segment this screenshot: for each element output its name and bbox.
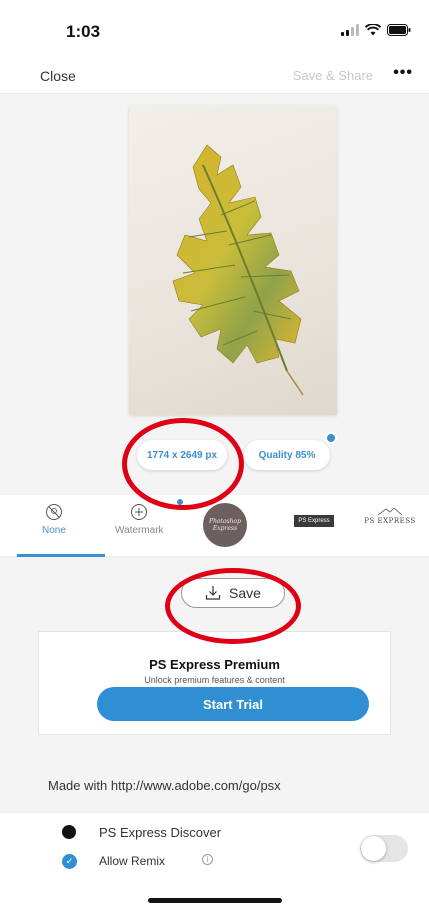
- discover-label: PS Express Discover: [99, 825, 222, 840]
- watermark-none-option[interactable]: None: [42, 503, 66, 536]
- watermark-options: None Watermark Photoshop Express PS Expre…: [0, 495, 429, 557]
- ps-serif-watermark-option[interactable]: PS EXPRESS: [364, 507, 416, 525]
- globe-icon: [62, 825, 76, 839]
- add-watermark-icon: [131, 504, 148, 520]
- save-label: Save: [229, 585, 261, 601]
- save-share-button[interactable]: Save & Share: [293, 68, 373, 83]
- checkmark-icon[interactable]: ✓: [62, 854, 77, 869]
- signal-icon: [341, 24, 359, 36]
- image-preview-area: 1774 x 2649 px Quality 85%: [0, 95, 429, 495]
- watermark-add-label: Watermark: [115, 525, 164, 536]
- close-button[interactable]: Close: [40, 68, 76, 84]
- start-trial-button[interactable]: Start Trial: [97, 687, 369, 721]
- allow-remix-label: Allow Remix: [99, 854, 166, 868]
- stamp-watermark-option[interactable]: Photoshop Express: [203, 503, 247, 547]
- watermark-none-label: None: [42, 525, 66, 536]
- battery-icon: [387, 24, 411, 36]
- premium-badge-icon: [325, 432, 337, 444]
- image-size-pill[interactable]: 1774 x 2649 px: [137, 440, 227, 470]
- status-icons: [341, 24, 411, 36]
- info-icon[interactable]: i: [202, 854, 213, 865]
- nav-bar: Close Save & Share •••: [0, 62, 429, 94]
- premium-subtitle: Unlock premium features & content: [144, 675, 285, 685]
- watermark-badge-icon: [175, 497, 185, 507]
- toggle-knob: [361, 836, 386, 861]
- premium-card: PS Express Premium Unlock premium featur…: [38, 631, 391, 735]
- discover-toggle[interactable]: [360, 835, 408, 862]
- more-options-button[interactable]: •••: [393, 64, 413, 82]
- home-indicator: [148, 898, 282, 903]
- download-icon: [205, 586, 221, 600]
- leaf-illustration: [172, 144, 304, 396]
- quality-pill[interactable]: Quality 85%: [244, 440, 330, 470]
- save-area: Save: [0, 557, 429, 627]
- save-button[interactable]: Save: [181, 578, 285, 608]
- mountain-icon: [377, 507, 403, 516]
- ps-dark-watermark-option[interactable]: PS Express: [294, 515, 334, 527]
- status-bar: 1:03: [0, 0, 429, 62]
- wifi-icon: [365, 24, 381, 36]
- no-watermark-icon: [45, 504, 62, 520]
- status-time: 1:03: [66, 22, 101, 41]
- leaf-photo: [129, 105, 337, 415]
- watermark-add-option[interactable]: Watermark: [115, 503, 164, 536]
- made-with-text: Made with http://www.adobe.com/go/psx: [48, 778, 281, 793]
- premium-title: PS Express Premium: [149, 657, 280, 672]
